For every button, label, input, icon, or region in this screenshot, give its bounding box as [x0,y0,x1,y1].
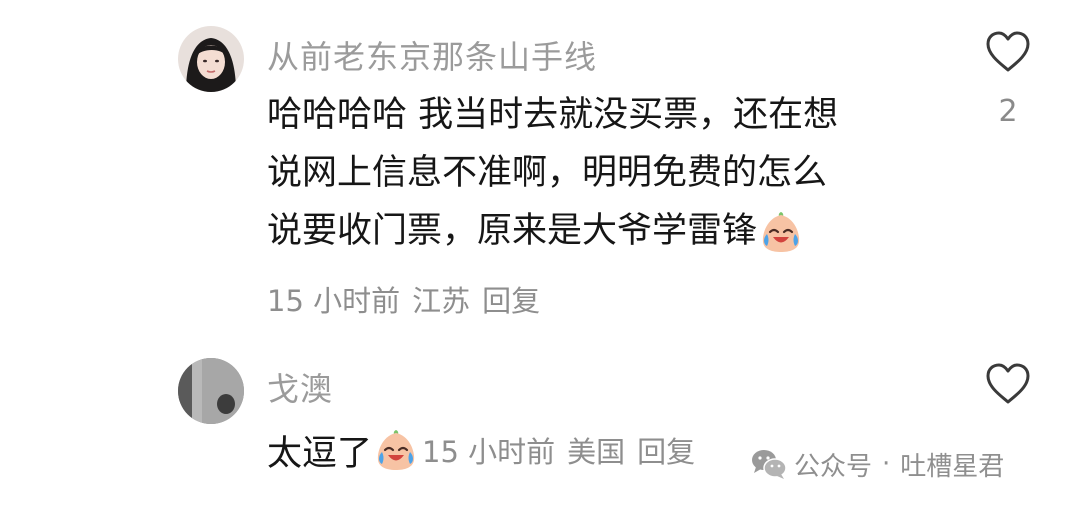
comment-meta: 15 小时前 美国 回复 [422,429,707,471]
heart-outline-icon[interactable] [984,362,1032,406]
avatar-image [178,358,244,424]
comment-item: 从前老东京那条山手线 哈哈哈哈 我当时去就没买票，还在想 说网上信息不准啊，明明… [0,0,1080,330]
location: 美国 [567,435,626,469]
comment-meta: 15 小时前 江苏 回复 [267,278,552,320]
crying-laughing-emoji-icon [377,430,415,470]
avatar[interactable] [178,26,244,92]
comment-row: 太逗了 15 小时前 美国 回复 [267,424,707,476]
watermark-separator: · [882,449,891,479]
watermark-account: 吐槽星君 [900,451,1005,482]
reply-button[interactable]: 回复 [482,284,540,318]
timestamp: 15 小时前 [267,284,401,318]
watermark: 公众号 · 吐槽星君 [750,444,1004,484]
watermark-label: 公众号 [794,451,873,482]
username[interactable]: 戈澳 [267,364,333,410]
comment-text: 太逗了 [267,433,373,474]
timestamp: 15 小时前 [422,435,556,469]
comment-list: 从前老东京那条山手线 哈哈哈哈 我当时去就没买票，还在想 说网上信息不准啊，明明… [0,0,1080,506]
comment-text: 哈哈哈哈 我当时去就没买票，还在想 说网上信息不准啊，明明免费的怎么 说要收门票… [267,86,927,260]
like-count: 2 [998,94,1018,129]
crying-laughing-emoji-icon [762,212,800,252]
username[interactable]: 从前老东京那条山手线 [267,32,597,78]
heart-outline-icon[interactable] [984,30,1032,74]
avatar-image [178,26,244,92]
comment-text-line: 哈哈哈哈 我当时去就没买票，还在想 [267,95,839,135]
location: 江苏 [412,284,471,318]
comment-text-line: 说要收门票，原来是大爷学雷锋 [267,211,758,251]
wechat-icon [752,450,787,479]
comment-text-line: 说网上信息不准啊，明明免费的怎么 [267,153,828,193]
reply-button[interactable]: 回复 [637,435,695,469]
avatar[interactable] [178,358,244,424]
